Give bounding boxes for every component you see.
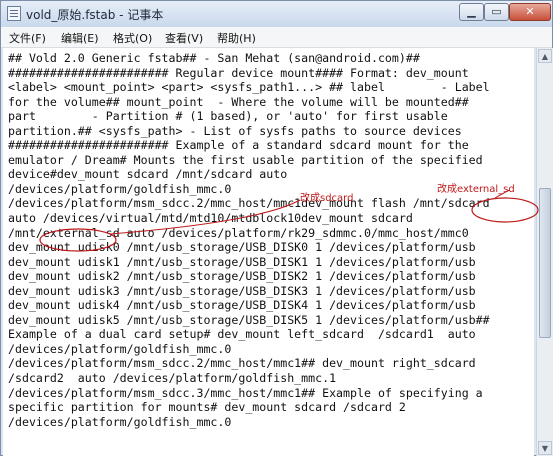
scroll-down-arrow-icon[interactable]: ▼ (538, 441, 552, 455)
editor-line[interactable]: /devices/platform/msm_sdcc.3/mmc_host/mm… (8, 386, 483, 400)
editor-line[interactable]: /mnt/external_sd auto /devices/platform/… (8, 226, 469, 240)
editor-line[interactable]: dev_mount udisk1 /mnt/usb_storage/USB_DI… (8, 255, 476, 269)
editor-line[interactable]: /devices/platform/goldfish_mmc.0 (8, 182, 231, 196)
editor-line[interactable]: ## Vold 2.0 Generic fstab## - San Mehat … (8, 51, 420, 65)
editor-line[interactable]: specific partition for mounts# dev_mount… (8, 400, 406, 414)
menu-help[interactable]: 帮助(H) (217, 30, 256, 46)
editor-line[interactable]: <label> <mount_point> <part> <sysfs_path… (8, 80, 490, 94)
editor-line[interactable]: /devices/platform/goldfish_mmc.0 (8, 415, 231, 429)
annotation-change-to-sdcard: 改成sdcard (300, 193, 354, 204)
vertical-scrollbar[interactable]: ▲ ▼ (536, 48, 553, 456)
editor-line[interactable]: /devices/platform/msm_sdcc.2/mmc_host/mm… (8, 356, 476, 370)
menu-format[interactable]: 格式(O) (113, 30, 152, 46)
menu-view[interactable]: 查看(V) (165, 30, 203, 46)
editor-line[interactable]: /devices/platform/goldfish_mmc.0 (8, 342, 231, 356)
close-button[interactable]: ✕ (509, 3, 551, 21)
editor-line[interactable]: dev_mount udisk2 /mnt/usb_storage/USB_DI… (8, 269, 476, 283)
editor-line[interactable]: partition.## <sysfs_path> - List of sysf… (8, 124, 462, 138)
scroll-up-arrow-icon[interactable]: ▲ (538, 49, 552, 63)
minimize-button[interactable]: ▁ (459, 3, 484, 21)
title-bar[interactable]: vold_原始.fstab - 记事本 ▁ ▭ ✕ (1, 1, 552, 27)
window-title: vold_原始.fstab - 记事本 (26, 8, 164, 22)
menu-bar: 文件(F) 编辑(E) 格式(O) 查看(V) 帮助(H) (1, 27, 552, 48)
editor-line[interactable]: dev_mount udisk0 /mnt/usb_storage/USB_DI… (8, 240, 476, 254)
maximize-button[interactable]: ▭ (484, 3, 509, 21)
editor-line[interactable]: Example of a dual card setup# dev_mount … (8, 327, 476, 341)
scrollbar-thumb[interactable] (539, 188, 551, 338)
editor-line[interactable]: device#dev_mount sdcard /mnt/sdcard auto (8, 167, 287, 181)
editor-line[interactable]: dev_mount udisk4 /mnt/usb_storage/USB_DI… (8, 298, 476, 312)
editor-line[interactable]: emulator / Dream# Mounts the first usabl… (8, 153, 483, 167)
editor-line[interactable]: for the volume## mount_point - Where the… (8, 95, 469, 109)
menu-edit[interactable]: 编辑(E) (61, 30, 99, 46)
editor-line[interactable]: ####################### Regular device m… (8, 66, 469, 80)
editor-line[interactable]: /devices/platform/msm_sdcc.2/mmc_host/mm… (8, 196, 490, 210)
editor-line[interactable]: dev_mount udisk3 /mnt/usb_storage/USB_DI… (8, 284, 476, 298)
editor-text[interactable]: ## Vold 2.0 Generic fstab## - San Mehat … (8, 51, 490, 429)
menu-file[interactable]: 文件(F) (9, 30, 46, 46)
annotation-change-to-external-sd: 改成external_sd (437, 184, 515, 195)
editor-line[interactable]: auto /devices/virtual/mtd/mtd10/mtdblock… (8, 211, 413, 225)
editor-line[interactable]: part - Partition # (1 based), or 'auto' … (8, 109, 448, 123)
editor-line[interactable]: /sdcard2 auto /devices/platform/goldfish… (8, 371, 336, 385)
text-editor-area[interactable]: ## Vold 2.0 Generic fstab## - San Mehat … (3, 48, 534, 456)
notepad-icon (7, 6, 21, 21)
notepad-window: vold_原始.fstab - 记事本 ▁ ▭ ✕ 文件(F) 编辑(E) 格式… (0, 0, 553, 456)
editor-line[interactable]: ####################### Example of a sta… (8, 138, 469, 152)
editor-line[interactable]: dev_mount udisk5 /mnt/usb_storage/USB_DI… (8, 313, 490, 327)
